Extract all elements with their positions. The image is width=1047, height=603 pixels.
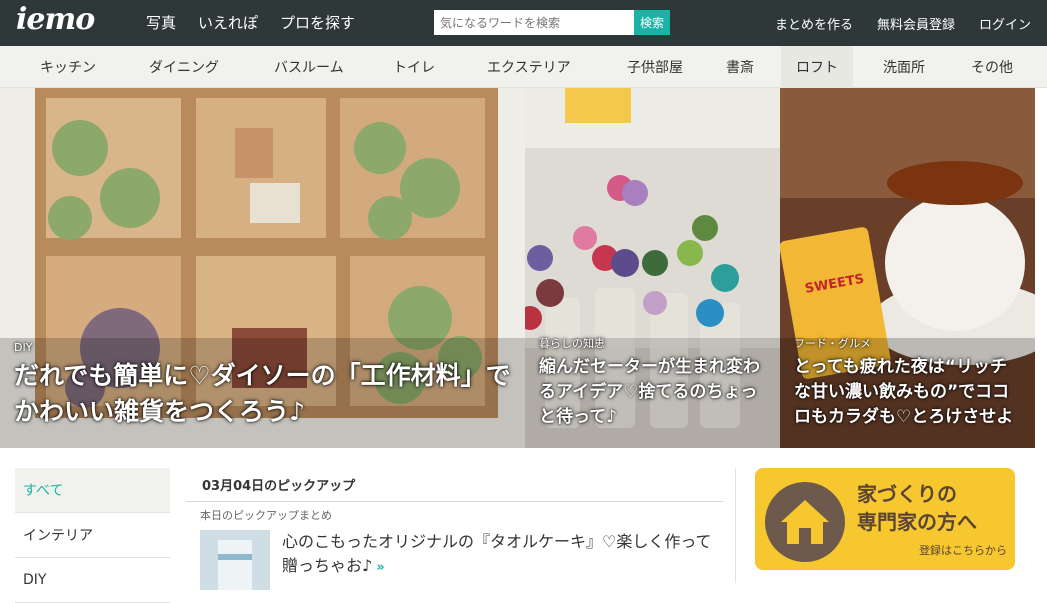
category-exterior[interactable]: エクステリア xyxy=(487,46,571,88)
nav-find-pro[interactable]: プロを探す xyxy=(280,12,355,33)
account-nav: まとめを作る 無料会員登録 ログイン xyxy=(751,14,1031,33)
pro-register-banner[interactable]: 家づくりの 専門家の方へ 登録はこちらから xyxy=(755,468,1015,570)
pickup-heading: 03月04日のピックアップ xyxy=(186,468,724,502)
column-divider xyxy=(735,468,736,583)
category-dining[interactable]: ダイニング xyxy=(149,46,219,88)
banner-register-link[interactable]: 登録はこちらから xyxy=(919,542,1007,558)
search-box: 検索 xyxy=(434,10,670,35)
more-arrow-icon[interactable]: » xyxy=(376,560,384,575)
hero-caption-3: フード・グルメ とっても疲れた夜は“リッチな甘い濃い飲みもの”でココロもカラダも… xyxy=(794,335,1021,430)
pickup-item-title[interactable]: 心のこもったオリジナルの『タオルケーキ』♡楽しく作って贈っちゃお♪» xyxy=(282,530,712,590)
category-bar: キッチン ダイニング バスルーム トイレ エクステリア 子供部屋 書斎 ロフト … xyxy=(0,46,1047,88)
pickup-section: 03月04日のピックアップ 本日のピックアップまとめ 心のこもったオリジナルの『… xyxy=(186,468,724,590)
hero-title-1[interactable]: だれでも簡単に♡ダイソーの「工作材料」でかわいい雑貨をつくろう♪ xyxy=(14,358,511,430)
top-bar: iemo 写真 いえれぽ プロを探す 検索 まとめを作る 無料会員登録 ログイン xyxy=(0,0,1047,46)
nav-photos[interactable]: 写真 xyxy=(146,12,176,33)
house-icon xyxy=(765,482,845,562)
hero-title-3[interactable]: とっても疲れた夜は“リッチな甘い濃い飲みもの”でココロもカラダも♡とろけさせよ xyxy=(794,355,1021,430)
category-kids-room[interactable]: 子供部屋 xyxy=(627,46,683,88)
hero-title-2[interactable]: 縮んだセーターが生まれ変わるアイデア♡捨てるのちょっと待って♪ xyxy=(539,355,766,430)
sidebar-item-diy[interactable]: DIY xyxy=(15,558,170,603)
hero-tag-3: フード・グルメ xyxy=(794,337,871,350)
hero-article-2[interactable]: 暮らしの知恵 縮んだセーターが生まれ変わるアイデア♡捨てるのちょっと待って♪ xyxy=(525,88,780,448)
pickup-thumbnail[interactable] xyxy=(200,530,270,590)
category-kitchen[interactable]: キッチン xyxy=(40,46,96,88)
category-study[interactable]: 書斎 xyxy=(726,46,754,88)
pickup-item-title-text[interactable]: 心のこもったオリジナルの『タオルケーキ』♡楽しく作って贈っちゃお♪ xyxy=(282,532,712,575)
login-link[interactable]: ログイン xyxy=(979,14,1031,33)
banner-line-1: 家づくりの xyxy=(857,482,957,506)
hero-caption-1: DIY だれでも簡単に♡ダイソーの「工作材料」でかわいい雑貨をつくろう♪ xyxy=(14,341,511,430)
towel-cake-image xyxy=(200,530,270,590)
site-logo[interactable]: iemo xyxy=(16,2,95,37)
hero-tag-1: DIY xyxy=(14,341,33,354)
pickup-item[interactable]: 心のこもったオリジナルの『タオルケーキ』♡楽しく作って贈っちゃお♪» xyxy=(186,530,724,590)
hero-tag-2: 暮らしの知恵 xyxy=(539,337,605,350)
category-toilet[interactable]: トイレ xyxy=(393,46,435,88)
search-input[interactable] xyxy=(434,10,634,35)
nav-iereport[interactable]: いえれぽ xyxy=(198,12,258,33)
register-link[interactable]: 無料会員登録 xyxy=(877,14,955,33)
create-matome-link[interactable]: まとめを作る xyxy=(775,14,853,33)
hero-article-3[interactable]: SWEETS フード・グルメ とっても疲れた夜は“リッチな甘い濃い飲みもの”でコ… xyxy=(780,88,1035,448)
category-bathroom[interactable]: バスルーム xyxy=(274,46,344,88)
banner-line-2: 専門家の方へ xyxy=(857,510,977,534)
hero-caption-2: 暮らしの知恵 縮んだセーターが生まれ変わるアイデア♡捨てるのちょっと待って♪ xyxy=(539,335,766,430)
category-washroom[interactable]: 洗面所 xyxy=(883,46,925,88)
sidebar-item-interior[interactable]: インテリア xyxy=(15,513,170,558)
category-loft[interactable]: ロフト xyxy=(781,46,853,88)
hero-article-1[interactable]: DIY だれでも簡単に♡ダイソーの「工作材料」でかわいい雑貨をつくろう♪ xyxy=(0,88,525,448)
top-nav: 写真 いえれぽ プロを探す xyxy=(146,12,377,33)
pickup-subheading: 本日のピックアップまとめ xyxy=(200,509,332,522)
search-button[interactable]: 検索 xyxy=(634,10,670,35)
sidebar-item-all[interactable]: すべて xyxy=(15,468,170,513)
category-other[interactable]: その他 xyxy=(971,46,1013,88)
banner-text: 家づくりの 専門家の方へ xyxy=(857,480,977,536)
